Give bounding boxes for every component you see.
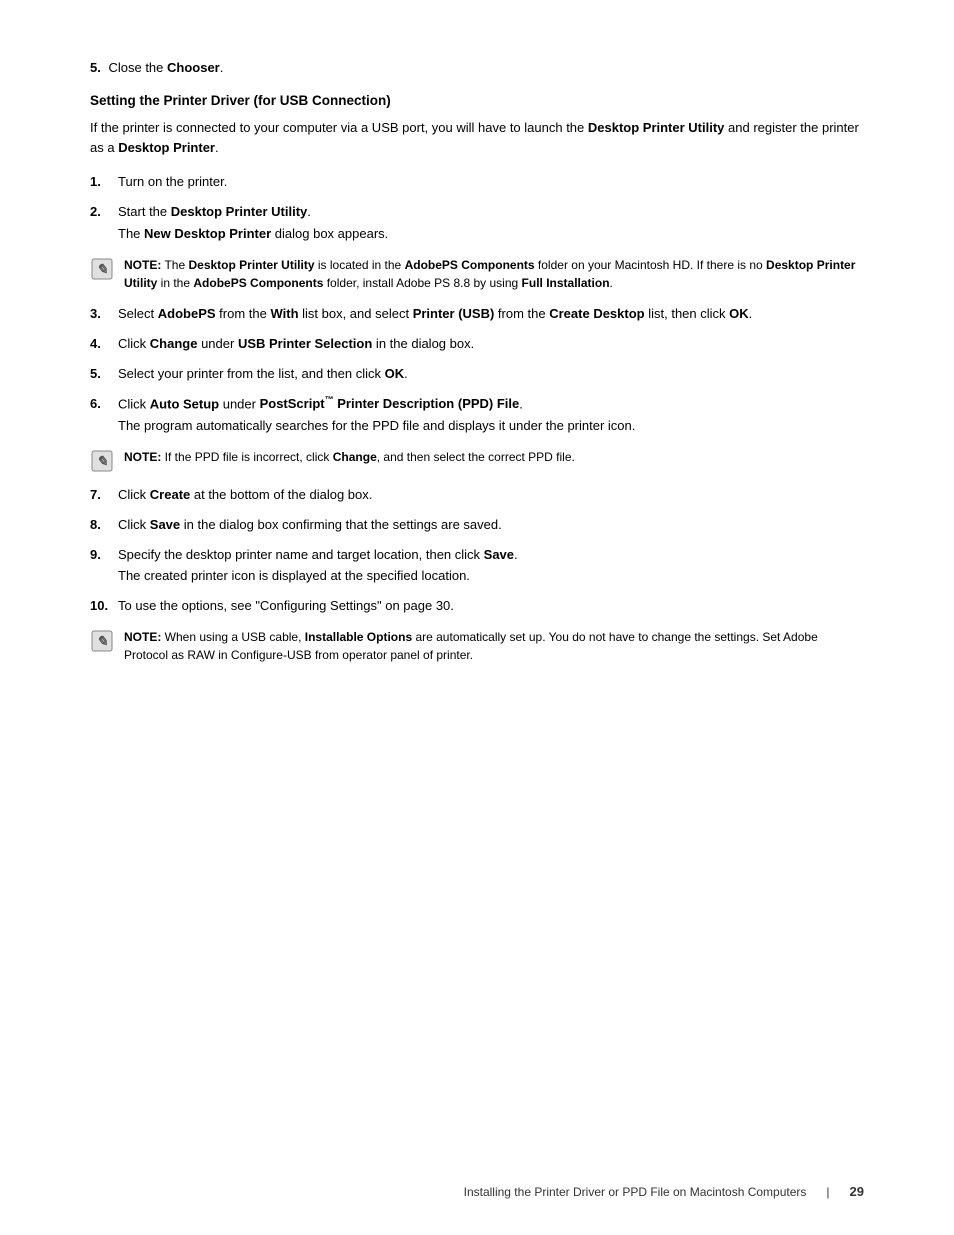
- list-item: ✎ NOTE: If the PPD file is incorrect, cl…: [90, 448, 864, 473]
- list-item: 2. Start the Desktop Printer Utility. Th…: [90, 202, 864, 243]
- step9-content: Specify the desktop printer name and tar…: [118, 545, 864, 586]
- note3-icon: ✎: [90, 629, 114, 653]
- step8-content: Click Save in the dialog box confirming …: [118, 515, 864, 535]
- step3-num: 3.: [90, 304, 118, 324]
- note-icon: ✎: [90, 257, 114, 281]
- note2-icon: ✎: [90, 449, 114, 473]
- step4-num: 4.: [90, 334, 118, 354]
- note3-bold1: Installable Options: [305, 630, 412, 644]
- step7-num: 7.: [90, 485, 118, 505]
- list-item: 3. Select AdobePS from the With list box…: [90, 304, 864, 324]
- list-item: 6. Click Auto Setup under PostScript™ Pr…: [90, 394, 864, 436]
- step5-text-before: Close the: [108, 60, 167, 75]
- step3-bold1: AdobePS: [158, 306, 216, 321]
- intro-bold1: Desktop Printer Utility: [588, 120, 725, 135]
- intro-paragraph: If the printer is connected to your comp…: [90, 118, 864, 158]
- list-item: 4. Click Change under USB Printer Select…: [90, 334, 864, 354]
- step3-content: Select AdobePS from the With list box, a…: [118, 304, 864, 324]
- list-item: 10. To use the options, see "Configuring…: [90, 596, 864, 616]
- step9-num: 9.: [90, 545, 118, 586]
- note1-bold4: AdobePS Components: [193, 276, 323, 290]
- note1-label: NOTE:: [124, 258, 161, 272]
- intro-bold2: Desktop Printer: [118, 140, 215, 155]
- note3-text: NOTE: When using a USB cable, Installabl…: [124, 628, 864, 664]
- page-container: 5. Close the Chooser. Setting the Printe…: [0, 0, 954, 1235]
- step2-num: 2.: [90, 202, 118, 243]
- step10-content: To use the options, see "Configuring Set…: [118, 596, 864, 616]
- step7-bold1: Create: [150, 487, 190, 502]
- step6-bold2: PostScript™ Printer Description (PPD) Fi…: [260, 396, 520, 411]
- footer-text: Installing the Printer Driver or PPD Fil…: [464, 1185, 807, 1199]
- step5-content: Select your printer from the list, and t…: [118, 364, 864, 384]
- footer-divider: |: [826, 1185, 829, 1199]
- intro-text: If the printer is connected to your comp…: [90, 120, 588, 135]
- step3-bold4: Create Desktop: [549, 306, 644, 321]
- section-heading: Setting the Printer Driver (for USB Conn…: [90, 93, 864, 108]
- list-item: 7. Click Create at the bottom of the dia…: [90, 485, 864, 505]
- note2-bold1: Change: [333, 450, 377, 464]
- step2-content: Start the Desktop Printer Utility. The N…: [118, 202, 864, 243]
- step6-bold1: Auto Setup: [150, 396, 219, 411]
- note2-text: NOTE: If the PPD file is incorrect, clic…: [124, 448, 864, 466]
- step5-num2: 5.: [90, 364, 118, 384]
- note1-bold1: Desktop Printer Utility: [188, 258, 314, 272]
- step8-num: 8.: [90, 515, 118, 535]
- svg-text:✎: ✎: [96, 635, 108, 650]
- note1-bold2: AdobePS Components: [405, 258, 535, 272]
- note1-text: NOTE: The Desktop Printer Utility is loc…: [124, 256, 864, 292]
- step7-content: Click Create at the bottom of the dialog…: [118, 485, 864, 505]
- step6-subline: The program automatically searches for t…: [118, 416, 864, 436]
- note2-box: ✎ NOTE: If the PPD file is incorrect, cl…: [90, 448, 864, 473]
- step4-bold1: Change: [150, 336, 198, 351]
- step5-text-after: .: [220, 60, 224, 75]
- svg-text:✎: ✎: [96, 263, 108, 278]
- step6-content: Click Auto Setup under PostScript™ Print…: [118, 394, 864, 436]
- step5-num: 5.: [90, 60, 101, 75]
- list-item: ✎ NOTE: The Desktop Printer Utility is l…: [90, 256, 864, 292]
- step5-pre: 5. Close the Chooser.: [90, 60, 864, 75]
- note2-label: NOTE:: [124, 450, 161, 464]
- step5-bold: OK: [385, 366, 405, 381]
- footer-page-number: 29: [850, 1184, 864, 1199]
- list-item: ✎ NOTE: When using a USB cable, Installa…: [90, 628, 864, 664]
- step1-num: 1.: [90, 172, 118, 192]
- step1-content: Turn on the printer.: [118, 172, 864, 192]
- step8-bold1: Save: [150, 517, 180, 532]
- tm-symbol: ™: [325, 395, 334, 405]
- step9-subline: The created printer icon is displayed at…: [118, 566, 864, 586]
- step10-num: 10.: [90, 596, 118, 616]
- list-item: 8. Click Save in the dialog box confirmi…: [90, 515, 864, 535]
- step3-bold3: Printer (USB): [413, 306, 495, 321]
- steps-list: 1. Turn on the printer. 2. Start the Des…: [90, 172, 864, 664]
- note3-box: ✎ NOTE: When using a USB cable, Installa…: [90, 628, 864, 664]
- svg-text:✎: ✎: [96, 455, 108, 470]
- step4-content: Click Change under USB Printer Selection…: [118, 334, 864, 354]
- note1-box: ✎ NOTE: The Desktop Printer Utility is l…: [90, 256, 864, 292]
- intro-end: .: [215, 140, 219, 155]
- step2-sub-bold: New Desktop Printer: [144, 226, 271, 241]
- list-item: 1. Turn on the printer.: [90, 172, 864, 192]
- step3-bold2: With: [270, 306, 298, 321]
- step6-num: 6.: [90, 394, 118, 436]
- step9-bold1: Save: [484, 547, 514, 562]
- step4-bold2: USB Printer Selection: [238, 336, 372, 351]
- note1-bold5: Full Installation: [522, 276, 610, 290]
- page-footer: Installing the Printer Driver or PPD Fil…: [0, 1184, 954, 1199]
- step5-chooser: Chooser: [167, 60, 220, 75]
- list-item: 9. Specify the desktop printer name and …: [90, 545, 864, 586]
- step3-bold5: OK: [729, 306, 749, 321]
- note3-label: NOTE:: [124, 630, 161, 644]
- step2-subline: The New Desktop Printer dialog box appea…: [118, 224, 864, 244]
- step2-bold: Desktop Printer Utility: [171, 204, 308, 219]
- list-item: 5. Select your printer from the list, an…: [90, 364, 864, 384]
